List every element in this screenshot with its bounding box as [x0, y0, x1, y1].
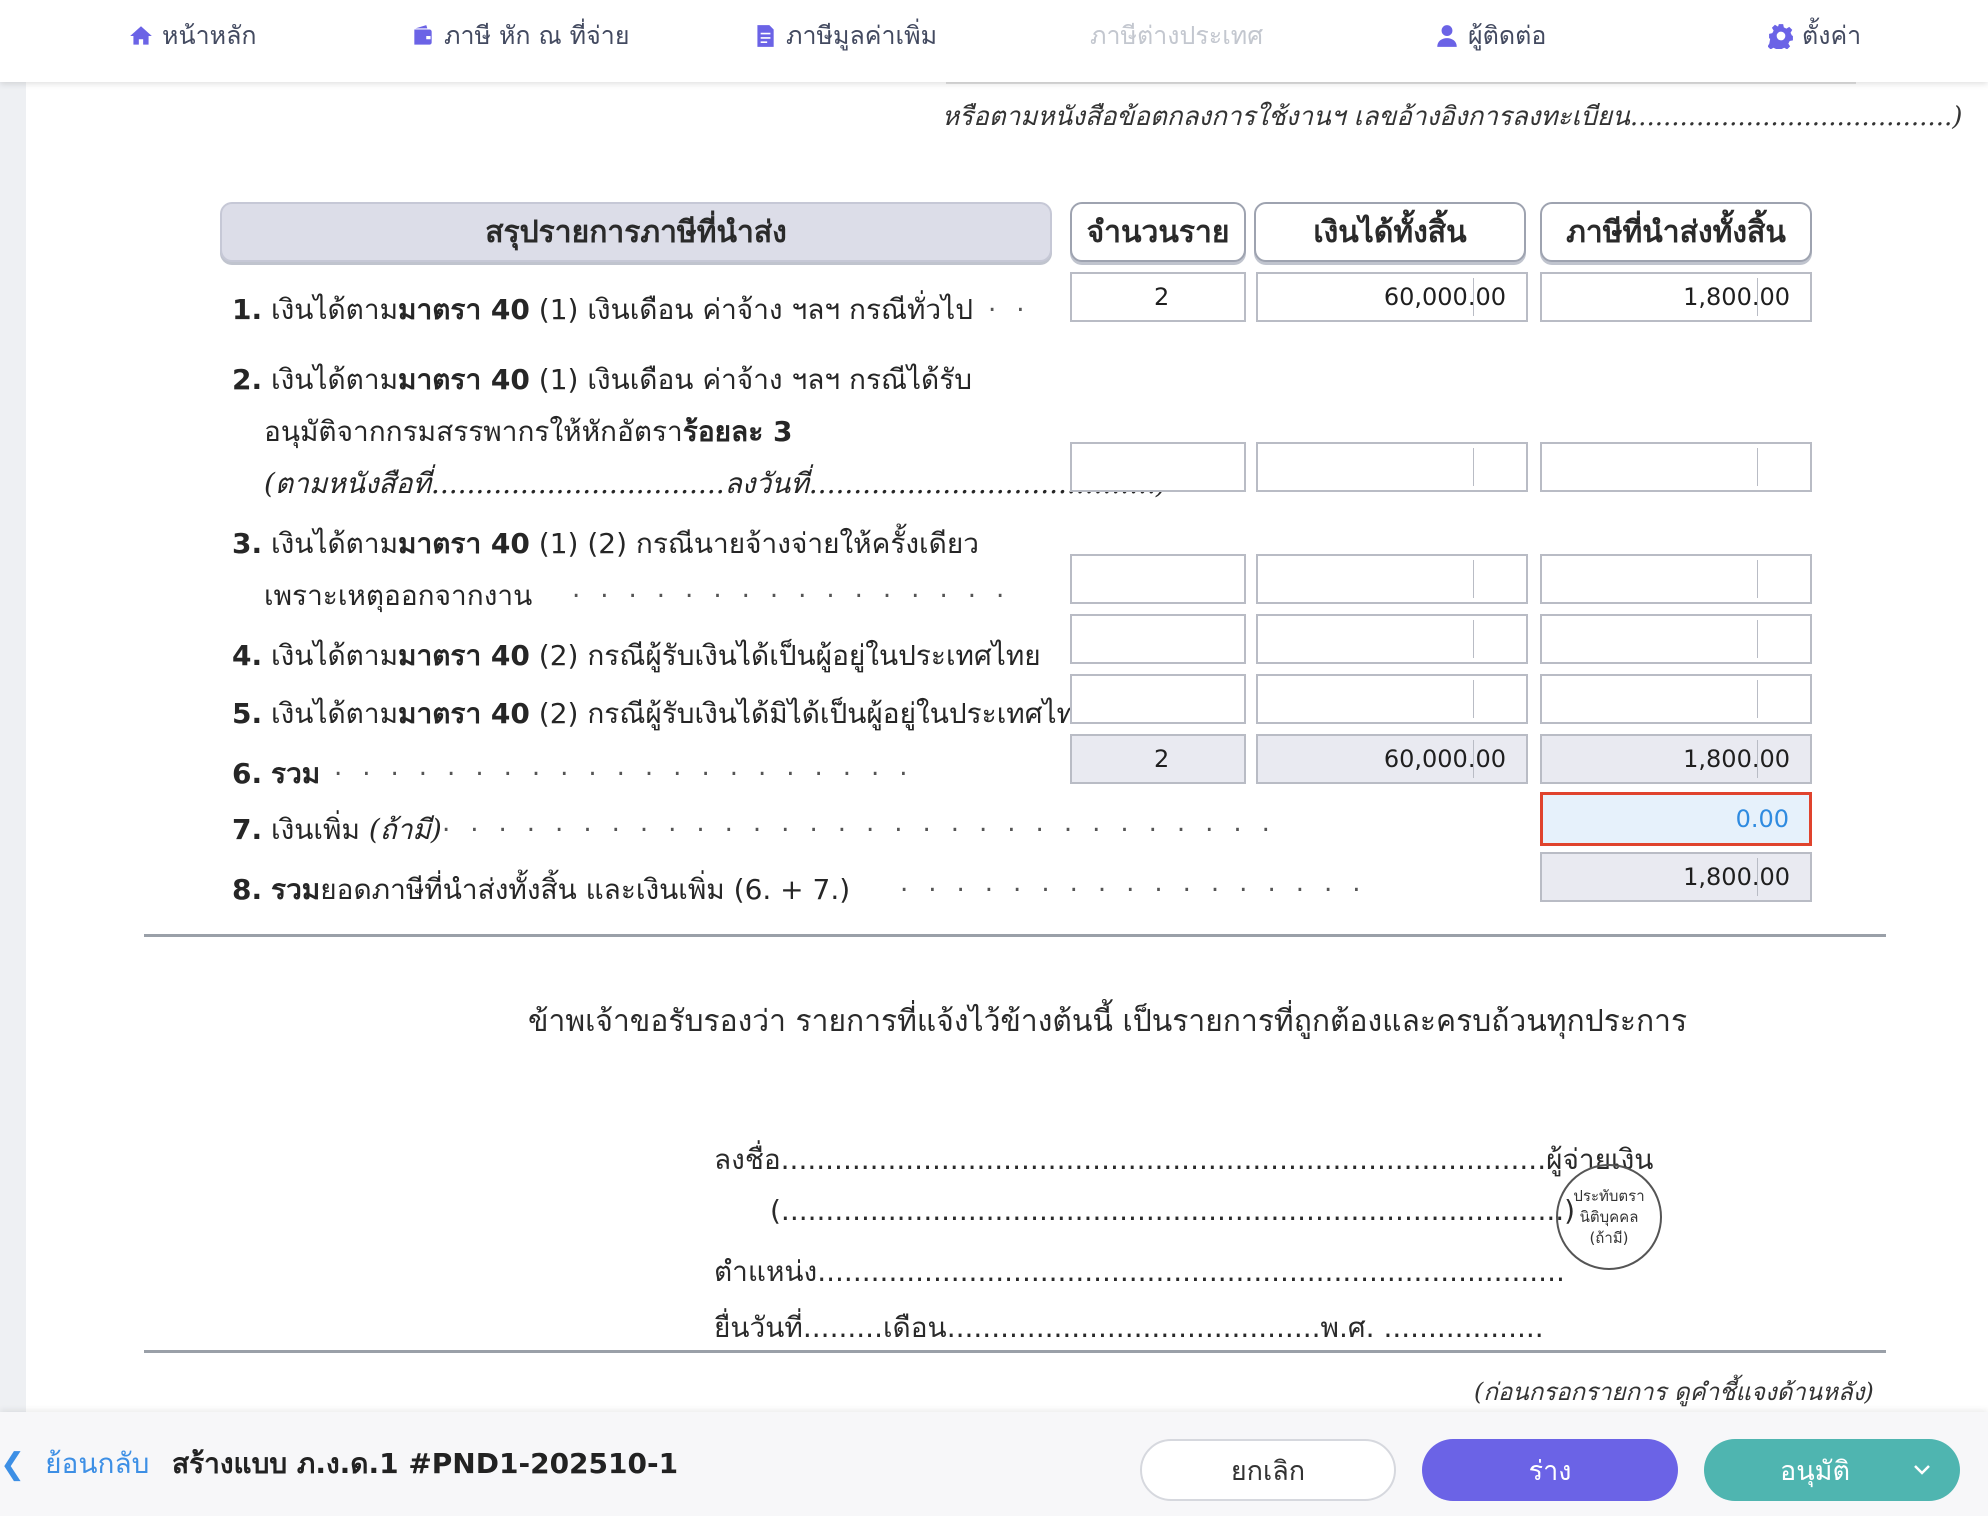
nav-item-label: หน้าหลัก — [162, 21, 257, 50]
row-1-label: 1. เงินได้ตามมาตรา 40 (1) เงินเดือน ค่าจ… — [232, 293, 974, 326]
payer-name-line: (.......................................… — [770, 1194, 1576, 1227]
nav-item-home[interactable]: หน้าหลัก — [128, 16, 257, 56]
leader-dots: .............................. — [442, 808, 1290, 838]
row-4-count-field[interactable] — [1070, 614, 1246, 664]
nav-item-contacts[interactable]: ผู้ติดต่อ — [1434, 16, 1546, 56]
row-8-label: 8. รวมยอดภาษีที่นำส่งทั้งสิ้น และเงินเพิ… — [232, 873, 851, 906]
row-4-label: 4. เงินได้ตามมาตรา 40 (2) กรณีผู้รับเงิน… — [232, 639, 1041, 672]
row-5-count-field[interactable] — [1070, 674, 1246, 724]
row-4-tax-field[interactable] — [1540, 614, 1812, 664]
position-line: ตำแหน่ง.................................… — [714, 1255, 1565, 1288]
approve-button[interactable]: อนุมัติ — [1704, 1439, 1960, 1501]
signature-line: ลงชื่อ..................................… — [714, 1143, 1654, 1176]
nav-item-label: ภาษีต่างประเทศ — [1090, 21, 1264, 50]
row-6-tax-total: 1,800.00 — [1540, 734, 1812, 784]
row-7-label: 7. เงินเพิ่ม (ถ้ามี) — [232, 813, 442, 846]
user-icon — [1437, 25, 1457, 47]
income-header: เงินได้ทั้งสิ้น — [1254, 202, 1526, 262]
leader-dots: .. — [988, 288, 1045, 318]
row-1-tax-field[interactable]: 1,800.00 — [1540, 272, 1812, 322]
count-header: จำนวนราย — [1070, 202, 1246, 262]
nav-item-label: ภาษี หัก ณ ที่จ่าย — [444, 21, 630, 50]
chevron-down-icon[interactable] — [1910, 1457, 1934, 1481]
nav-item-label: ภาษีมูลค่าเพิ่ม — [786, 21, 938, 50]
row-3-count-field[interactable] — [1070, 554, 1246, 604]
row-3-tax-field[interactable] — [1540, 554, 1812, 604]
wallet-icon — [414, 25, 432, 45]
row-2-label-line2: อนุมัติจากกรมสรรพากรให้หักอัตราร้อยละ 3 — [264, 415, 793, 448]
nav-item-vat[interactable]: ภาษีมูลค่าเพิ่ม — [752, 16, 937, 56]
draft-button[interactable]: ร่าง — [1422, 1439, 1678, 1501]
action-bar: ❮ ย้อนกลับ สร้างแบบ ภ.ง.ด.1 #PND1-202510… — [0, 1412, 1988, 1516]
top-nav: หน้าหลัก ภาษี หัก ณ ที่จ่าย ภาษีมูลค่าเพ… — [0, 0, 1988, 82]
registration-note: หรือตามหนังสือข้อตกลงการใช้งานฯ เลขอ้างอ… — [942, 102, 1963, 132]
row-5-tax-field[interactable] — [1540, 674, 1812, 724]
row-6-count-total: 2 — [1070, 734, 1246, 784]
tax-header: ภาษีที่นำส่งทั้งสิ้น — [1540, 202, 1812, 262]
filing-date-line: ยื่นวันที่.........เดือน................… — [714, 1311, 1544, 1344]
gear-icon — [1768, 24, 1793, 49]
certification-text: ข้าพเจ้าขอรับรองว่า รายการที่แจ้งไว้ข้าง… — [528, 1004, 1688, 1039]
nav-item-withholding-tax[interactable]: ภาษี หัก ณ ที่จ่าย — [410, 16, 629, 56]
leader-dots: ................ — [572, 574, 1025, 604]
home-icon — [130, 26, 152, 45]
row-1-income-field[interactable]: 60,000.00 — [1256, 272, 1528, 322]
cancel-button[interactable]: ยกเลิก — [1140, 1439, 1396, 1501]
nav-item-settings[interactable]: ตั้งค่า — [1768, 16, 1861, 56]
row-2-count-field[interactable] — [1070, 442, 1246, 492]
document-icon — [757, 25, 774, 47]
row-6-label: 6. รวม — [232, 757, 321, 790]
row-2-tax-field[interactable] — [1540, 442, 1812, 492]
row-1-count-field[interactable]: 2 — [1070, 272, 1246, 322]
row-2-label-line3: (ตามหนังสือที่..........................… — [264, 467, 1167, 500]
company-stamp: ประทับตรา นิติบุคคล (ถ้ามี) — [1556, 1164, 1662, 1270]
row-5-income-field[interactable] — [1256, 674, 1528, 724]
surcharge-input[interactable]: 0.00 — [1540, 792, 1812, 846]
row-2-income-field[interactable] — [1256, 442, 1528, 492]
grand-total-field: 1,800.00 — [1540, 852, 1812, 902]
row-3-label-line2: เพราะเหตุออกจากงาน — [264, 579, 533, 612]
nav-item-foreign-tax: ภาษีต่างประเทศ — [1090, 16, 1263, 56]
summary-header: สรุปรายการภาษีที่นำส่ง — [220, 202, 1052, 262]
back-button[interactable]: ❮ ย้อนกลับ — [0, 1442, 149, 1486]
section-divider — [144, 1350, 1886, 1353]
leader-dots: ..................... — [334, 752, 928, 782]
form-title: สร้างแบบ ภ.ง.ด.1 #PND1-202510-1 — [172, 1447, 679, 1480]
nav-item-label: ผู้ติดต่อ — [1468, 21, 1547, 50]
nav-item-label: ตั้งค่า — [1802, 21, 1862, 50]
row-4-income-field[interactable] — [1256, 614, 1528, 664]
row-3-label: 3. เงินได้ตามมาตรา 40 (1) (2) กรณีนายจ้า… — [232, 527, 979, 560]
row-5-label: 5. เงินได้ตามมาตรา 40 (2) กรณีผู้รับเงิน… — [232, 697, 1092, 730]
row-6-income-total: 60,000.00 — [1256, 734, 1528, 784]
row-2-label: 2. เงินได้ตามมาตรา 40 (1) เงินเดือน ค่าจ… — [232, 363, 973, 396]
leader-dots: ................. — [900, 868, 1381, 898]
chevron-left-icon: ❮ — [0, 1446, 26, 1482]
form-divider — [946, 82, 1856, 84]
section-divider — [144, 934, 1886, 937]
footer-note: (ก่อนกรอกรายการ ดูคำชี้แจงด้านหลัง) — [1474, 1378, 1874, 1406]
row-3-income-field[interactable] — [1256, 554, 1528, 604]
form-page: หรือตามหนังสือข้อตกลงการใช้งานฯ เลขอ้างอ… — [26, 82, 1988, 1412]
